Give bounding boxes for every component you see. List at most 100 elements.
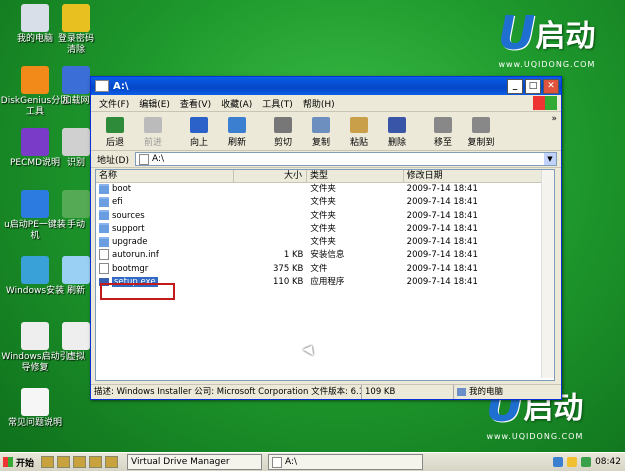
file-list[interactable]: 名称 大小 类型 修改日期 boot 文件夹 2009-7-14 18:41 efi 文…	[95, 169, 555, 381]
toolbar-label: 后退	[105, 138, 124, 148]
toolbar-button[interactable]: 复制到	[463, 117, 499, 150]
file-type: 文件夹	[310, 237, 336, 248]
chevron-down-icon[interactable]: ▼	[544, 153, 556, 165]
quick-launch-icon[interactable]	[89, 456, 102, 468]
file-type: 应用程序	[310, 277, 345, 288]
file-row[interactable]: autorun.inf 1 KB 安装信息 2009-7-14 18:41	[96, 249, 554, 262]
network-icon	[62, 66, 90, 94]
menu-item[interactable]: 编辑(E)	[139, 97, 170, 110]
quick-launch-icon[interactable]	[105, 456, 118, 468]
column-size[interactable]: 大小	[234, 170, 307, 182]
toolbar-button[interactable]: 复制	[303, 117, 339, 150]
task-virtual-drive-manager[interactable]: Virtual Drive Manager	[127, 454, 262, 470]
toolbar-button[interactable]: 粘贴	[341, 117, 377, 150]
taskbar: 开始 Virtual Drive Manager A:\ 08:42	[0, 452, 625, 471]
start-label: 开始	[16, 458, 35, 469]
vertical-scrollbar[interactable]	[541, 170, 554, 378]
file-name-cell: autorun.inf	[96, 249, 234, 262]
toolbar: 后退 前进 向上 刷新 剪切 复制 粘贴 删除 移至 复制到 »	[91, 112, 561, 151]
toolbar-button[interactable]: 前进	[135, 117, 171, 150]
file-name: boot	[112, 184, 132, 194]
file-icon	[99, 249, 109, 261]
toolbar-label: 移至	[433, 138, 452, 148]
refresh-icon	[228, 117, 246, 133]
task-label: A:\	[285, 457, 298, 467]
brand-url: www.UQIDONG.COM	[486, 432, 584, 441]
quick-launch-icon[interactable]	[73, 456, 86, 468]
maximize-button[interactable]: □	[525, 78, 541, 94]
address-input[interactable]: A:\ ▼	[134, 152, 557, 166]
drive-icon	[95, 80, 109, 92]
folder-icon	[99, 223, 109, 234]
network-icon[interactable]	[553, 457, 564, 467]
task-explorer[interactable]: A:\	[268, 454, 423, 470]
file-name: efi	[112, 197, 123, 208]
status-location: 我的电脑	[454, 385, 560, 399]
file-row[interactable]: sources 文件夹 2009-7-14 18:41	[96, 210, 554, 223]
quick-launch	[41, 456, 121, 468]
file-size: 110 KB	[273, 277, 304, 288]
windows-logo-icon	[3, 457, 13, 467]
address-bar: 地址(D) A:\ ▼	[91, 151, 561, 168]
toolbar-label: 向上	[189, 138, 208, 148]
file-icon	[99, 262, 109, 274]
task-label: Virtual Drive Manager	[131, 457, 230, 467]
disk-tool-icon	[21, 66, 49, 94]
file-name: support	[112, 223, 145, 234]
file-row[interactable]: efi 文件夹 2009-7-14 18:41	[96, 196, 554, 209]
title-bar[interactable]: A:\ _ □ ✕	[91, 77, 561, 95]
file-row[interactable]: bootmgr 375 KB 文件 2009-7-14 18:41	[96, 262, 554, 276]
column-modified[interactable]: 修改日期	[404, 170, 554, 182]
file-row[interactable]: boot 文件夹 2009-7-14 18:41	[96, 183, 554, 196]
identify-icon	[62, 128, 90, 156]
file-type: 安装信息	[310, 250, 345, 261]
file-size	[234, 196, 308, 209]
toolbar-button[interactable]: 删除	[379, 117, 415, 150]
file-type: 文件	[310, 263, 328, 274]
address-label: 地址(D)	[97, 155, 129, 166]
file-name-cell: upgrade	[96, 236, 234, 249]
column-type[interactable]: 类型	[307, 170, 404, 182]
close-button[interactable]: ✕	[543, 78, 559, 94]
address-value: A:\	[151, 154, 165, 164]
status-location-text: 我的电脑	[469, 387, 504, 397]
menu-item[interactable]: 帮助(H)	[303, 97, 335, 110]
toolbar-overflow-icon[interactable]: »	[551, 114, 557, 124]
toolbar-button[interactable]: 刷新	[219, 117, 255, 150]
toolbar-button[interactable]: 移至	[425, 117, 461, 150]
file-name: sources	[112, 210, 145, 221]
menu-item[interactable]: 查看(V)	[180, 97, 211, 110]
minimize-button[interactable]: _	[507, 78, 523, 94]
keyboard-icon[interactable]	[581, 457, 592, 467]
file-size: 1 KB	[283, 250, 304, 261]
toolbar-label: 删除	[387, 138, 406, 148]
explorer-window[interactable]: A:\ _ □ ✕ 文件(F) 编辑(E) 查看(V) 收藏(A) 工具(T) 帮助(H)…	[90, 76, 562, 400]
brand-url: www.UQIDONG.COM	[498, 60, 596, 69]
desktop-icon[interactable]: 常见问题说明	[0, 388, 70, 429]
start-button[interactable]: 开始	[0, 454, 41, 470]
menu-item[interactable]: 文件(F)	[99, 97, 129, 110]
help-icon	[21, 128, 49, 156]
menu-bar: 文件(F) 编辑(E) 查看(V) 收藏(A) 工具(T) 帮助(H)	[91, 95, 561, 112]
file-row[interactable]: upgrade 文件夹 2009-7-14 18:41	[96, 236, 554, 249]
menu-item[interactable]: 工具(T)	[262, 97, 293, 110]
toolbar-button[interactable]: 后退	[97, 117, 133, 150]
toolbar-label: 复制	[311, 138, 330, 148]
file-row[interactable]: support 文件夹 2009-7-14 18:41	[96, 223, 554, 236]
menu-item[interactable]: 收藏(A)	[221, 97, 252, 110]
repair-icon	[21, 322, 49, 350]
desktop-icon-label: 常见问题说明	[7, 418, 62, 428]
toolbar-button[interactable]: 剪切	[265, 117, 301, 150]
file-modified: 2009-7-14 18:41	[406, 263, 478, 274]
file-name-cell: bootmgr	[96, 262, 234, 276]
status-bar: 描述: Windows Installer 公司: Microsoft Corp…	[91, 384, 561, 399]
delete-icon	[388, 117, 406, 133]
file-size	[234, 183, 308, 196]
desktop-icon[interactable]: 登录密码清除	[56, 4, 96, 56]
volume-icon[interactable]	[567, 457, 578, 467]
column-name[interactable]: 名称	[96, 170, 234, 182]
refresh-icon	[62, 256, 90, 284]
quick-launch-icon[interactable]	[57, 456, 70, 468]
toolbar-button[interactable]: 向上	[181, 117, 217, 150]
quick-launch-icon[interactable]	[41, 456, 54, 468]
